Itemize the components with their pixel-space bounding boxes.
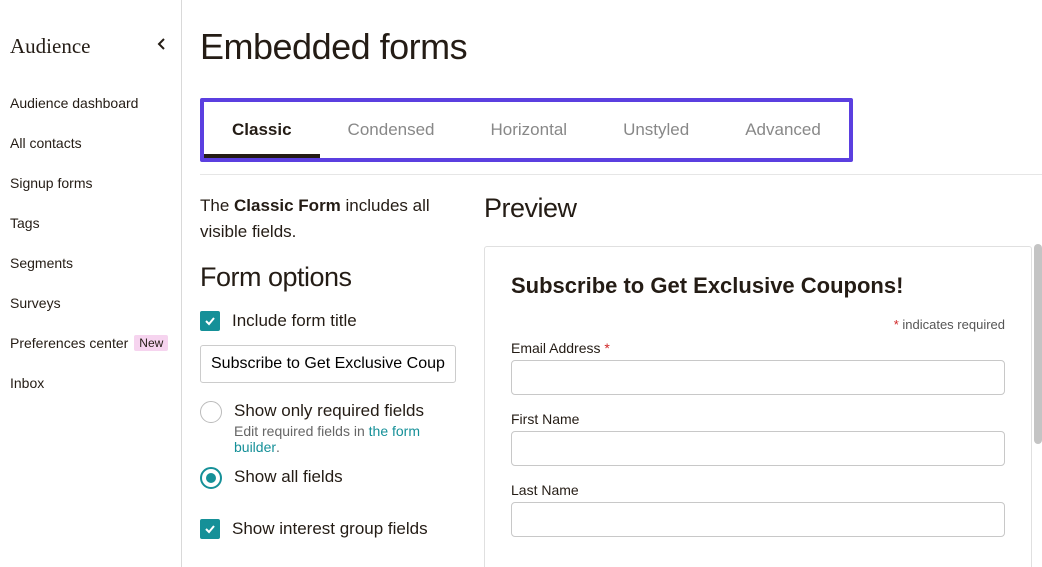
scrollbar[interactable]: [1034, 244, 1042, 444]
chevron-left-icon[interactable]: [157, 37, 167, 56]
include-title-checkbox[interactable]: [200, 311, 220, 331]
sidebar-item-all-contacts[interactable]: All contacts: [0, 123, 181, 163]
option-show-interest: Show interest group fields: [200, 519, 456, 539]
lastname-field[interactable]: [511, 502, 1005, 537]
option-show-all: Show all fields: [200, 467, 456, 489]
sidebar-item-preferences-center[interactable]: Preferences center New: [0, 323, 181, 363]
asterisk-icon: *: [894, 317, 899, 332]
sidebar-item-audience-dashboard[interactable]: Audience dashboard: [0, 83, 181, 123]
tab-condensed[interactable]: Condensed: [320, 102, 463, 158]
page-title: Embedded forms: [200, 26, 1042, 68]
main-content: Embedded forms Classic Condensed Horizon…: [182, 0, 1042, 567]
show-all-radio[interactable]: [200, 467, 222, 489]
show-interest-checkbox[interactable]: [200, 519, 220, 539]
form-options-heading: Form options: [200, 262, 456, 293]
option-include-title: Include form title: [200, 311, 456, 331]
required-note: * indicates required: [511, 317, 1005, 332]
show-required-label: Show only required fields: [234, 401, 424, 420]
tab-unstyled[interactable]: Unstyled: [595, 102, 717, 158]
preview-column: Preview Subscribe to Get Exclusive Coupo…: [484, 193, 1042, 567]
sidebar-nav: Audience dashboard All contacts Signup f…: [0, 83, 181, 403]
tab-advanced[interactable]: Advanced: [717, 102, 849, 158]
field-label-email: Email Address *: [511, 340, 1005, 356]
preview-form-title: Subscribe to Get Exclusive Coupons!: [511, 273, 1005, 299]
tabs: Classic Condensed Horizontal Unstyled Ad…: [204, 102, 849, 158]
new-badge: New: [134, 335, 168, 351]
asterisk-icon: *: [604, 340, 609, 356]
firstname-field[interactable]: [511, 431, 1005, 466]
show-required-sublabel: Edit required fields in the form builder…: [234, 423, 456, 455]
sidebar: Audience Audience dashboard All contacts…: [0, 0, 182, 567]
sidebar-title: Audience: [10, 34, 90, 59]
email-field[interactable]: [511, 360, 1005, 395]
form-description: The Classic Form includes all visible fi…: [200, 193, 456, 244]
form-options-column: The Classic Form includes all visible fi…: [200, 193, 456, 567]
include-title-label: Include form title: [232, 311, 357, 331]
tab-classic[interactable]: Classic: [204, 102, 320, 158]
sidebar-item-inbox[interactable]: Inbox: [0, 363, 181, 403]
show-required-radio[interactable]: [200, 401, 222, 423]
show-all-label: Show all fields: [234, 467, 343, 487]
preview-box: Subscribe to Get Exclusive Coupons! * in…: [484, 246, 1032, 567]
show-interest-label: Show interest group fields: [232, 519, 428, 539]
sidebar-item-segments[interactable]: Segments: [0, 243, 181, 283]
sidebar-header: Audience: [0, 34, 181, 59]
tab-divider: [200, 174, 1042, 175]
sidebar-item-surveys[interactable]: Surveys: [0, 283, 181, 323]
option-show-required: Show only required fields Edit required …: [200, 401, 456, 455]
preview-heading: Preview: [484, 193, 1032, 224]
tabs-highlight-box: Classic Condensed Horizontal Unstyled Ad…: [200, 98, 853, 162]
field-label-firstname: First Name: [511, 411, 1005, 427]
sidebar-item-signup-forms[interactable]: Signup forms: [0, 163, 181, 203]
form-title-input[interactable]: [200, 345, 456, 383]
field-label-lastname: Last Name: [511, 482, 1005, 498]
tab-horizontal[interactable]: Horizontal: [463, 102, 596, 158]
sidebar-item-tags[interactable]: Tags: [0, 203, 181, 243]
